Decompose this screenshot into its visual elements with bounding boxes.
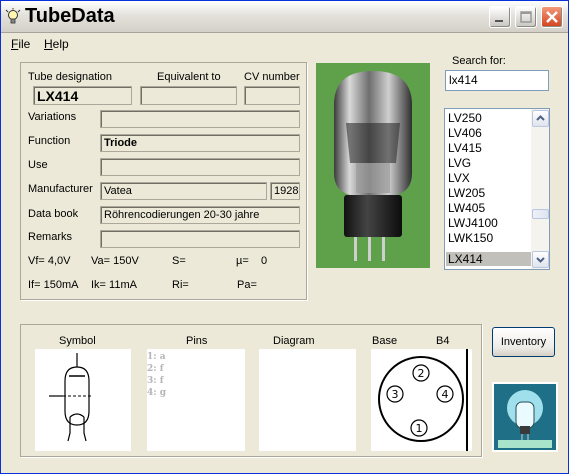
manufacturer-label: Manufacturer <box>28 183 93 195</box>
maximize-button[interactable] <box>515 6 537 28</box>
mu-label: µ= <box>236 255 249 267</box>
equivalent-label: Equivalent to <box>157 71 221 83</box>
vf-value: Vf= 4,0V <box>28 255 71 267</box>
remarks-field[interactable] <box>100 230 300 248</box>
menu-help[interactable]: Help <box>44 37 69 51</box>
chevron-up-icon <box>536 115 545 121</box>
list-item[interactable]: LW205 <box>446 186 531 200</box>
ri-value: Ri= <box>172 279 189 291</box>
function-label: Function <box>28 135 71 147</box>
app-logo <box>492 382 558 452</box>
pa-value: Pa= <box>237 279 257 291</box>
triode-symbol <box>49 353 91 442</box>
search-label: Search for: <box>452 55 506 67</box>
list-scrollbar[interactable] <box>531 109 549 269</box>
chevron-down-icon <box>536 257 545 263</box>
base-panel: 1 2 3 4 <box>371 349 472 451</box>
base-pin-3: 3 <box>392 388 399 401</box>
base-pin-4: 4 <box>442 388 449 401</box>
remarks-label: Remarks <box>28 231 73 243</box>
if-value: If= 150mA <box>28 279 79 291</box>
symbol-label: Symbol <box>59 335 96 347</box>
app-window: TubeData File Help Tube designation Equi… <box>0 0 569 474</box>
pin-entry: 4: g <box>147 388 167 398</box>
variations-field[interactable] <box>100 110 300 128</box>
mu-value: 0 <box>261 255 268 267</box>
list-item[interactable]: LWJ4100 <box>446 216 531 230</box>
inventory-button[interactable]: Inventory <box>492 327 555 357</box>
databook-label: Data book <box>28 208 79 220</box>
scroll-thumb[interactable] <box>532 209 549 219</box>
pins-label: Pins <box>186 335 208 347</box>
base-diagram: 1 2 3 4 <box>378 349 468 451</box>
base-label: Base <box>372 335 398 347</box>
minimize-button[interactable] <box>489 6 511 28</box>
s-value: S= <box>172 255 186 267</box>
menu-file[interactable]: File <box>11 37 30 51</box>
year-field[interactable]: 1928 <box>270 182 300 200</box>
scroll-down-button[interactable] <box>532 251 549 268</box>
minimize-icon <box>495 20 503 22</box>
pin-entry: 1: a <box>147 352 166 362</box>
scroll-up-button[interactable] <box>532 110 549 127</box>
maximize-icon <box>520 11 532 23</box>
menu-bar: File Help <box>1 34 568 54</box>
designation-field[interactable]: LX414 <box>33 86 132 105</box>
lightbulb-icon <box>5 8 21 24</box>
search-input[interactable]: lx414 <box>445 70 549 91</box>
vacuum-tube-image <box>316 63 430 268</box>
pins-panel: 1: a 2: f 3: f 4: g <box>147 349 245 451</box>
list-item[interactable]: LV415 <box>446 141 531 155</box>
title-bar[interactable]: TubeData <box>1 1 568 33</box>
tube-photo <box>316 63 430 268</box>
base-pin-1: 1 <box>416 422 423 435</box>
list-item[interactable]: LW405 <box>446 201 531 215</box>
base-code: B4 <box>436 335 450 347</box>
symbol-panel <box>35 349 131 451</box>
databook-field[interactable]: Röhrencodierungen 20-30 jahre <box>100 206 300 224</box>
close-button[interactable] <box>541 6 563 28</box>
list-item[interactable]: LVG <box>446 156 531 170</box>
equivalent-field[interactable] <box>140 86 237 105</box>
variations-label: Variations <box>28 111 77 123</box>
manufacturer-field[interactable]: Vatea <box>100 182 267 200</box>
designation-label: Tube designation <box>28 71 112 83</box>
window-title: TubeData <box>25 5 115 27</box>
cv-field[interactable] <box>244 86 300 105</box>
use-label: Use <box>28 159 48 171</box>
base-pin-2: 2 <box>418 367 425 380</box>
function-field[interactable]: Triode <box>100 134 300 152</box>
cv-label: CV number <box>244 71 300 83</box>
ik-value: Ik= 11mA <box>91 279 137 291</box>
use-field[interactable] <box>100 158 300 176</box>
diagram-panel <box>259 349 356 451</box>
diagram-label: Diagram <box>273 335 315 347</box>
list-item-selected[interactable]: LX414 <box>446 252 531 266</box>
list-item[interactable]: LWK150 <box>446 231 531 245</box>
list-item[interactable]: LVX <box>446 171 531 185</box>
list-item[interactable]: LV250 <box>446 111 531 125</box>
list-item[interactable]: LV406 <box>446 126 531 140</box>
va-value: Va= 150V <box>91 255 139 267</box>
pin-entry: 3: f <box>147 376 164 386</box>
pin-entry: 2: f <box>147 364 164 374</box>
tube-logo-icon <box>492 382 558 452</box>
results-listbox[interactable]: LV250 LV406 LV415 LVG LVX LW205 LW405 LW… <box>444 108 550 270</box>
close-icon <box>546 11 558 23</box>
